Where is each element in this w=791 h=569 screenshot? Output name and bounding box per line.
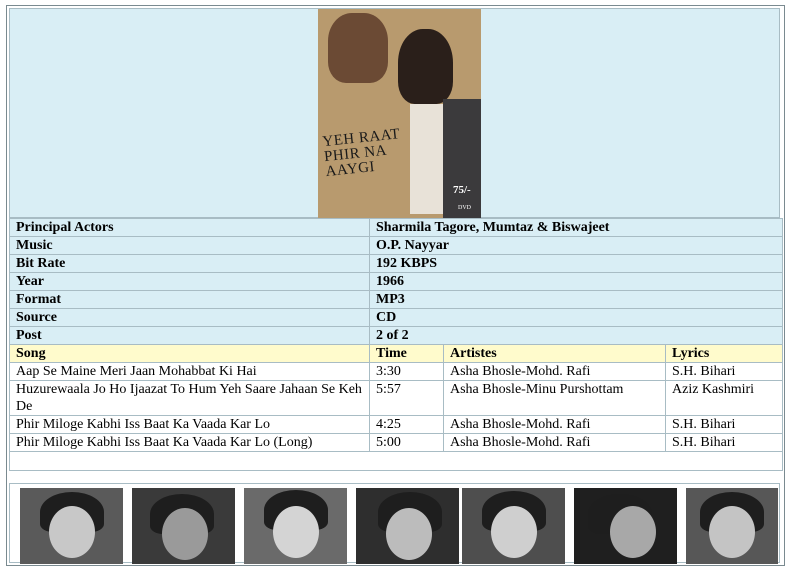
song-artistes: Asha Bhosle-Mohd. Rafi — [443, 433, 666, 452]
poster-format-badge: DVD — [458, 205, 471, 211]
song-row: Huzurewaala Jo Ho Ijaazat To Hum Yeh Saa… — [9, 380, 784, 416]
song-artistes: Asha Bhosle-Minu Purshottam — [443, 380, 666, 416]
song-lyrics: S.H. Bihari — [664, 415, 784, 434]
info-row: Format MP3 — [9, 290, 784, 309]
info-label: Music — [9, 236, 370, 255]
film-still-thumbnail — [686, 488, 778, 564]
poster-figure — [443, 99, 481, 219]
info-value: MP3 — [368, 290, 784, 309]
spacer-cell — [8, 451, 784, 471]
info-value: O.P. Nayyar — [368, 236, 784, 255]
thumb-shape — [610, 506, 656, 558]
poster-cell: YEH RAAT PHIR NA AAYGI 75/- DVD — [9, 8, 780, 219]
thumb-shape — [273, 506, 319, 558]
info-value: Sharmila Tagore, Mumtaz & Biswajeet — [368, 218, 784, 237]
song-artistes: Asha Bhosle-Mohd. Rafi — [443, 362, 666, 381]
thumb-shape — [162, 508, 208, 560]
info-label: Bit Rate — [9, 254, 370, 273]
info-value: 1966 — [368, 272, 784, 291]
song-row: Aap Se Maine Meri Jaan Mohabbat Ki Hai 3… — [9, 362, 784, 381]
film-still-thumbnail — [20, 488, 123, 564]
column-header-time: Time — [369, 344, 444, 363]
poster-title: YEH RAAT PHIR NA AAYGI — [321, 126, 401, 181]
info-label: Principal Actors — [9, 218, 370, 237]
song-time: 4:25 — [369, 415, 444, 434]
film-still-thumbnail — [574, 488, 677, 564]
info-row: Source CD — [9, 308, 784, 327]
info-row: Post 2 of 2 — [9, 326, 784, 345]
poster-figure — [328, 13, 388, 83]
column-header-lyrics: Lyrics — [664, 344, 784, 363]
song-lyrics: Aziz Kashmiri — [664, 380, 784, 416]
song-artistes: Asha Bhosle-Mohd. Rafi — [443, 415, 666, 434]
column-header-artistes: Artistes — [443, 344, 666, 363]
song-time: 5:57 — [369, 380, 444, 416]
movie-poster-image: YEH RAAT PHIR NA AAYGI 75/- DVD — [318, 9, 481, 219]
song-title: Phir Miloge Kabhi Iss Baat Ka Vaada Kar … — [9, 433, 370, 452]
film-still-thumbnail — [462, 488, 565, 564]
info-label: Source — [9, 308, 370, 327]
song-title: Aap Se Maine Meri Jaan Mohabbat Ki Hai — [9, 362, 370, 381]
song-lyrics: S.H. Bihari — [664, 362, 784, 381]
thumb-shape — [709, 506, 755, 558]
spacer-row — [8, 451, 784, 471]
thumb-shape — [491, 506, 537, 558]
info-row: Year 1966 — [9, 272, 784, 291]
info-row: Principal Actors Sharmila Tagore, Mumtaz… — [9, 218, 784, 237]
info-value: 2 of 2 — [368, 326, 784, 345]
poster-price: 75/- — [453, 184, 471, 196]
info-value: 192 KBPS — [368, 254, 784, 273]
screenshot-strip — [9, 483, 780, 564]
song-row: Phir Miloge Kabhi Iss Baat Ka Vaada Kar … — [9, 415, 784, 434]
film-still-thumbnail — [244, 488, 347, 564]
info-row: Bit Rate 192 KBPS — [9, 254, 784, 273]
song-time: 5:00 — [369, 433, 444, 452]
album-card: YEH RAAT PHIR NA AAYGI 75/- DVD Principa… — [6, 5, 785, 566]
songs-header-row: Song Time Artistes Lyrics — [9, 344, 784, 363]
film-still-thumbnail — [356, 488, 459, 564]
film-still-thumbnail — [132, 488, 235, 564]
info-label: Year — [9, 272, 370, 291]
song-title: Huzurewaala Jo Ho Ijaazat To Hum Yeh Saa… — [9, 380, 370, 416]
poster-figure — [398, 29, 453, 104]
album-info-table: Principal Actors Sharmila Tagore, Mumtaz… — [8, 218, 784, 471]
thumb-shape — [386, 508, 432, 560]
song-row: Phir Miloge Kabhi Iss Baat Ka Vaada Kar … — [9, 433, 784, 452]
song-title: Phir Miloge Kabhi Iss Baat Ka Vaada Kar … — [9, 415, 370, 434]
song-lyrics: S.H. Bihari — [664, 433, 784, 452]
thumb-shape — [49, 506, 95, 558]
column-header-song: Song — [9, 344, 370, 363]
info-label: Format — [9, 290, 370, 309]
song-time: 3:30 — [369, 362, 444, 381]
info-value: CD — [368, 308, 784, 327]
info-row: Music O.P. Nayyar — [9, 236, 784, 255]
info-label: Post — [9, 326, 370, 345]
